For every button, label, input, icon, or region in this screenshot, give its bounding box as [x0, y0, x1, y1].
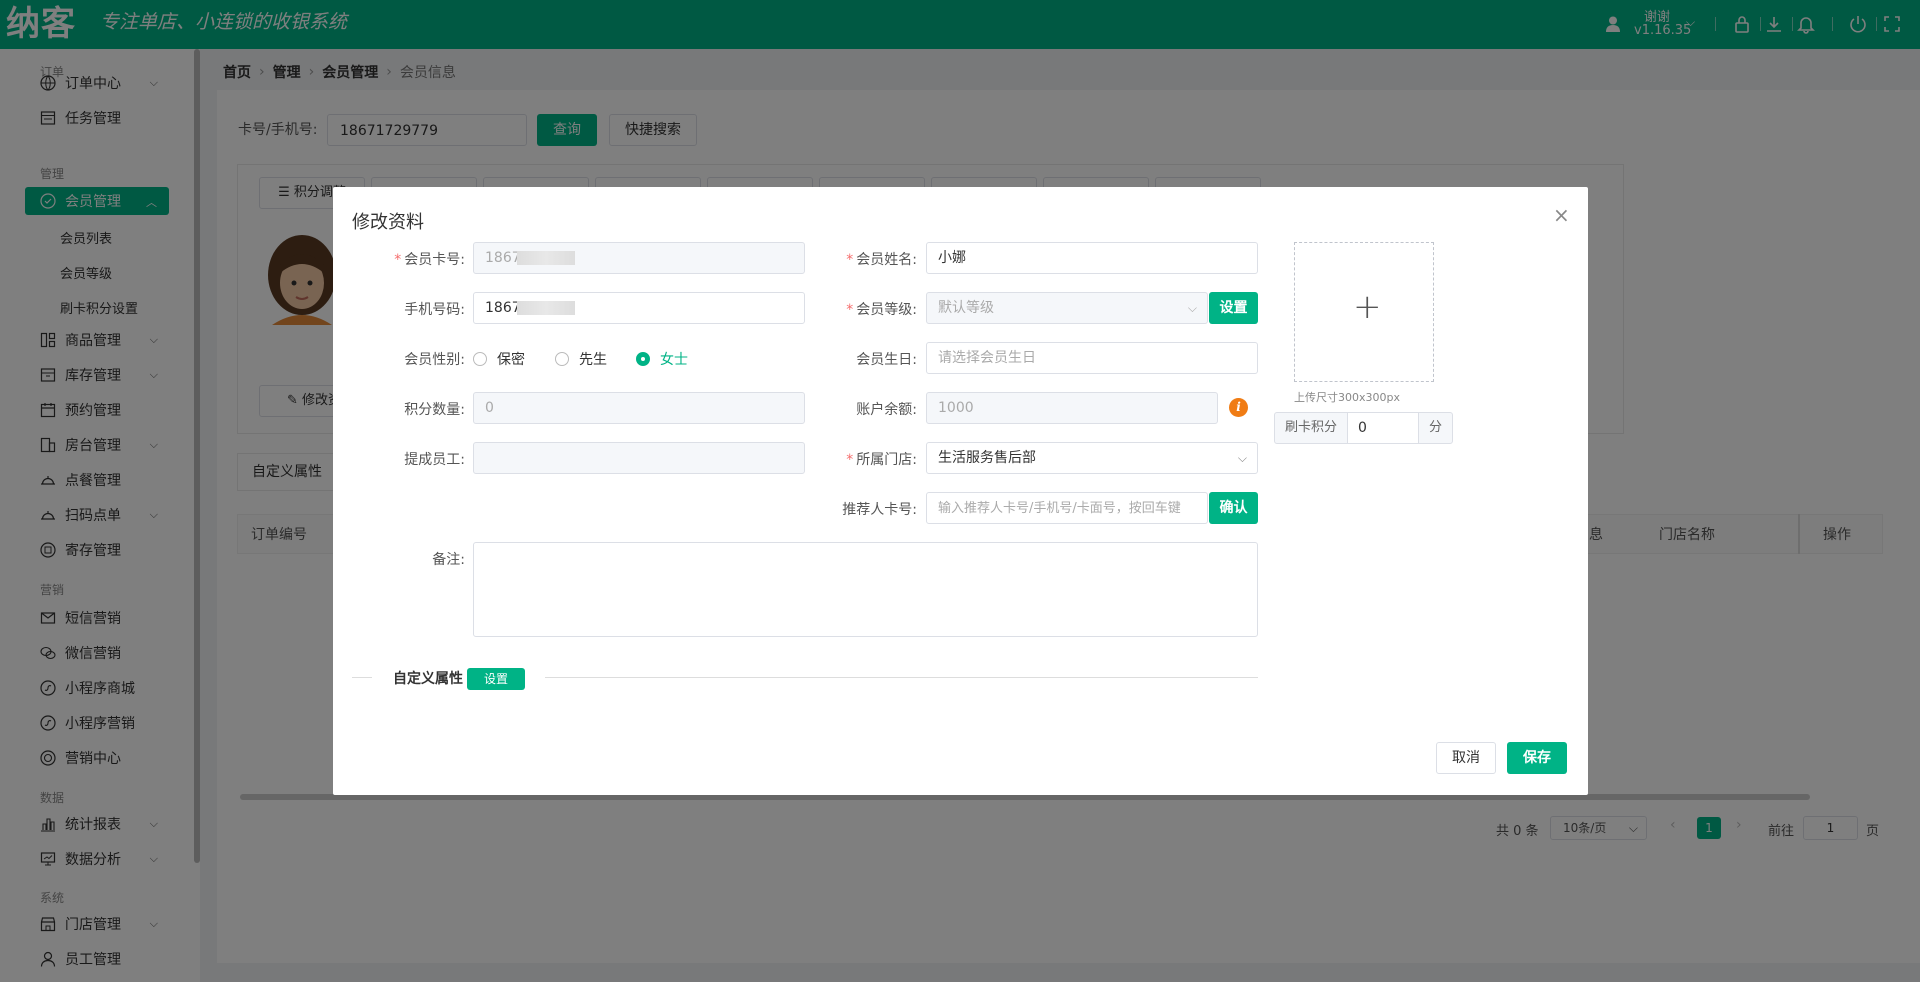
store-label-text: 所属门店: [856, 452, 917, 468]
divider-line [352, 677, 372, 678]
swipe-points-input[interactable]: 0 [1347, 412, 1419, 444]
dialog-title: 修改资料 [352, 212, 424, 233]
card-no-value: 1867 [485, 250, 521, 266]
gender-option-label: 女士 [660, 352, 688, 368]
redacted-mask [517, 301, 575, 315]
balance-label: 账户余额: [856, 402, 917, 418]
card-no-label: * 会员卡号: [333, 249, 465, 269]
balance-input[interactable]: 1000 [926, 392, 1218, 424]
points-label: 积分数量: [404, 402, 465, 418]
referrer-confirm-button[interactable]: 确认 [1209, 492, 1258, 524]
phone-label: 手机号码: [404, 302, 465, 318]
custom-attr-title: 自定义属性 [393, 671, 463, 687]
member-name-label-text: 会员姓名: [856, 252, 917, 268]
birthday-label: 会员生日: [856, 352, 917, 368]
gender-radio-female[interactable]: 女士 [636, 349, 688, 369]
required-mark: * [846, 452, 854, 468]
member-level-label-text: 会员等级: [856, 302, 917, 318]
phone-value: 1867 [485, 300, 521, 316]
birthday-placeholder: 请选择会员生日 [938, 350, 1036, 366]
gender-option-label: 先生 [579, 352, 607, 368]
gender-label: 会员性别: [404, 352, 465, 368]
swipe-points-label: 刷卡积分 [1274, 412, 1348, 444]
remark-textarea[interactable] [473, 542, 1258, 637]
required-mark: * [846, 302, 854, 318]
remark-label: 备注: [432, 552, 465, 568]
custom-attr-set-button[interactable]: 设置 [467, 668, 525, 690]
member-level-select[interactable]: 默认等级 ⌵ [926, 292, 1208, 324]
photo-upload-box[interactable]: + [1294, 242, 1434, 382]
birthday-input[interactable]: 请选择会员生日 [926, 342, 1258, 374]
store-label: * 所属门店: [753, 449, 917, 469]
close-icon[interactable]: × [1553, 205, 1570, 225]
swipe-points-unit: 分 [1418, 412, 1453, 444]
member-level-label: * 会员等级: [753, 299, 917, 319]
divider-line [545, 677, 1258, 678]
member-name-input[interactable]: 小娜 [926, 242, 1258, 274]
member-name-label: * 会员姓名: [753, 249, 917, 269]
referrer-input[interactable]: 输入推荐人卡号/手机号/卡面号，按回车键 [926, 492, 1208, 524]
redacted-mask [517, 251, 575, 265]
info-icon[interactable]: i [1229, 398, 1248, 417]
store-value: 生活服务售后部 [938, 450, 1036, 466]
required-mark: * [846, 252, 854, 268]
edit-profile-dialog: 修改资料 × * 会员卡号: 1867 * 会员姓名: 小娜 + 上传尺寸300x3… [333, 187, 1588, 795]
save-button[interactable]: 保存 [1507, 742, 1567, 774]
cancel-button[interactable]: 取消 [1436, 742, 1496, 774]
upload-size-hint: 上传尺寸300x300px [1294, 391, 1400, 404]
required-mark: * [394, 252, 402, 268]
radio-circle [636, 352, 650, 366]
card-no-label-text: 会员卡号: [404, 252, 465, 268]
staff-label: 提成员工: [404, 452, 465, 468]
plus-icon: + [1353, 287, 1382, 327]
gender-radio-secret[interactable]: 保密 [473, 349, 525, 369]
referrer-placeholder: 输入推荐人卡号/手机号/卡面号，按回车键 [938, 501, 1181, 516]
radio-circle [555, 352, 569, 366]
gender-option-label: 保密 [497, 352, 525, 368]
store-select[interactable]: 生活服务售后部 ⌵ [926, 442, 1258, 474]
chevron-down-icon: ⌵ [1187, 301, 1197, 315]
radio-circle [473, 352, 487, 366]
gender-radio-male[interactable]: 先生 [555, 349, 607, 369]
level-set-button[interactable]: 设置 [1209, 292, 1258, 324]
referrer-label: 推荐人卡号: [842, 502, 917, 518]
chevron-down-icon: ⌵ [1237, 451, 1247, 465]
member-level-value: 默认等级 [938, 300, 994, 316]
